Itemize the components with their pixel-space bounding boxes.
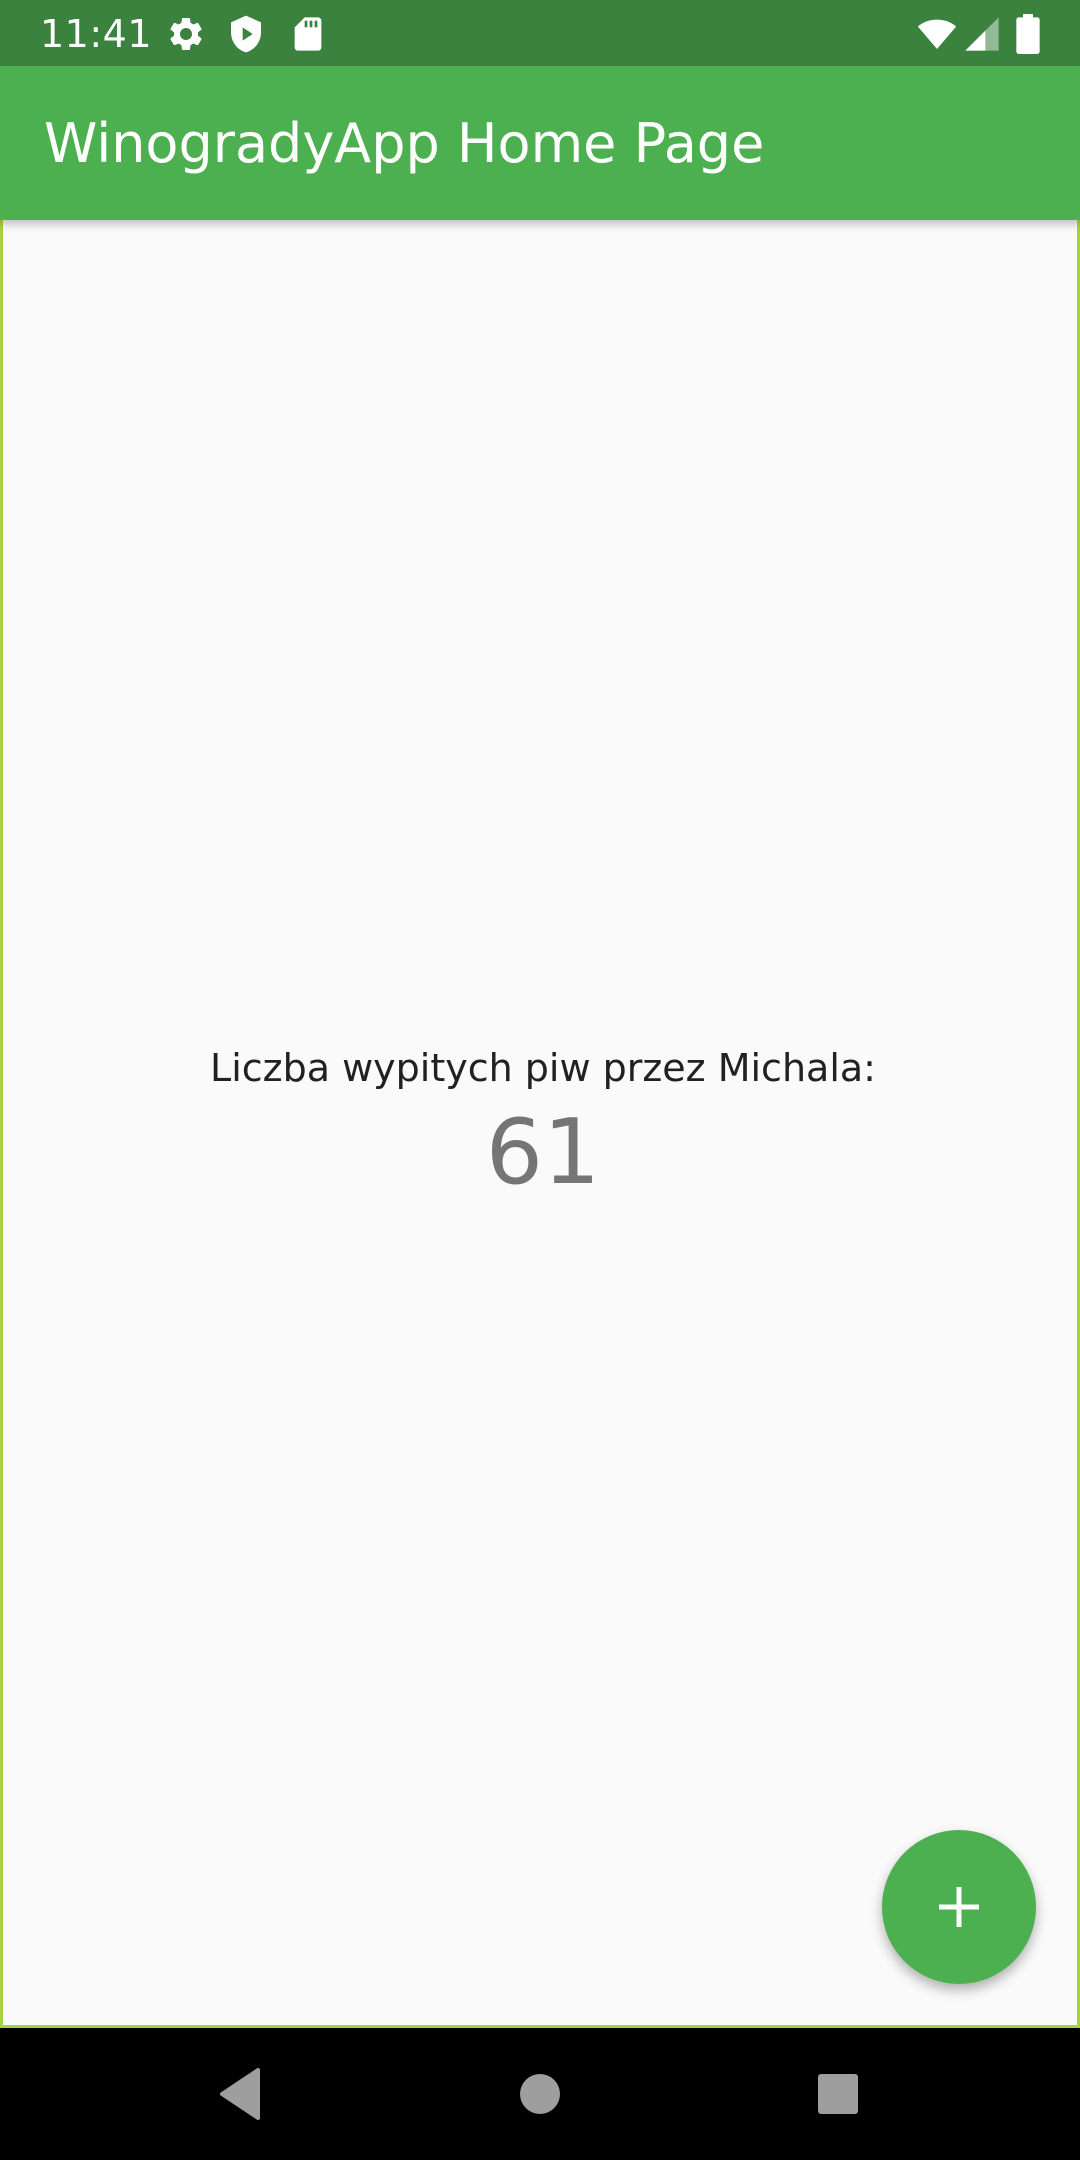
add-button[interactable]	[882, 1830, 1036, 1984]
page-title: WinogradyApp Home Page	[44, 112, 765, 175]
status-time: 11:41	[40, 12, 153, 56]
sd-card-icon	[294, 17, 322, 51]
back-icon[interactable]	[210, 2064, 270, 2124]
wifi-icon	[917, 19, 957, 49]
settings-icon	[170, 17, 202, 50]
cell-signal-icon	[965, 17, 999, 51]
battery-icon	[1016, 14, 1040, 54]
plus-icon	[939, 1887, 979, 1927]
counter-label: Liczba wypitych piw przez Michala:	[210, 1046, 876, 1090]
app-bar: WinogradyApp Home Page	[0, 66, 1080, 220]
home-icon[interactable]	[510, 2064, 570, 2124]
recents-icon[interactable]	[808, 2064, 868, 2124]
shield-play-icon	[231, 15, 261, 53]
navigation-bar	[0, 2028, 1080, 2160]
status-bar: 11:41	[0, 0, 1080, 66]
main-content: Liczba wypitych piw przez Michala: 61	[0, 220, 1080, 2028]
counter-value: 61	[485, 1100, 601, 1205]
